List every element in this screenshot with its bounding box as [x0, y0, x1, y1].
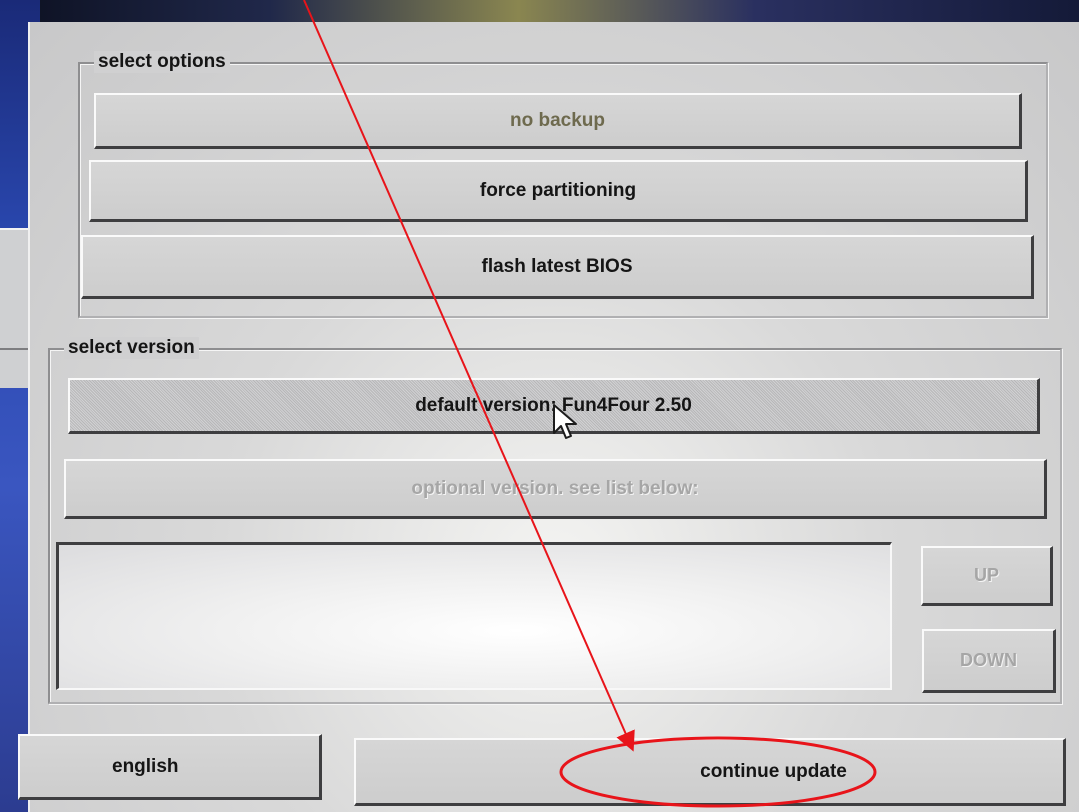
no-backup-button[interactable]: no backup — [94, 93, 1022, 149]
version-list[interactable] — [56, 542, 892, 690]
select-version-label: select version — [64, 337, 199, 359]
select-options-label: select options — [94, 51, 230, 73]
continue-update-button[interactable]: continue update — [354, 738, 1066, 806]
down-label: DOWN — [960, 650, 1017, 670]
up-button[interactable]: UP — [921, 546, 1053, 606]
up-label: UP — [973, 565, 999, 585]
flash-bios-label: flash latest BIOS — [481, 255, 633, 277]
optional-version-button[interactable]: optional version. see list below: — [64, 459, 1047, 519]
down-button[interactable]: DOWN — [922, 629, 1056, 693]
english-language-label: english — [112, 755, 179, 777]
optional-version-label: optional version. see list below: — [411, 477, 699, 499]
mouse-pointer-icon — [553, 404, 577, 439]
force-partitioning-label: force partitioning — [479, 179, 637, 201]
continue-update-label: continue update — [700, 760, 847, 782]
flash-bios-button[interactable]: flash latest BIOS — [81, 235, 1034, 299]
force-partitioning-button[interactable]: force partitioning — [89, 160, 1028, 222]
no-backup-label: no backup — [509, 109, 605, 131]
english-language-button[interactable]: english — [18, 734, 322, 800]
